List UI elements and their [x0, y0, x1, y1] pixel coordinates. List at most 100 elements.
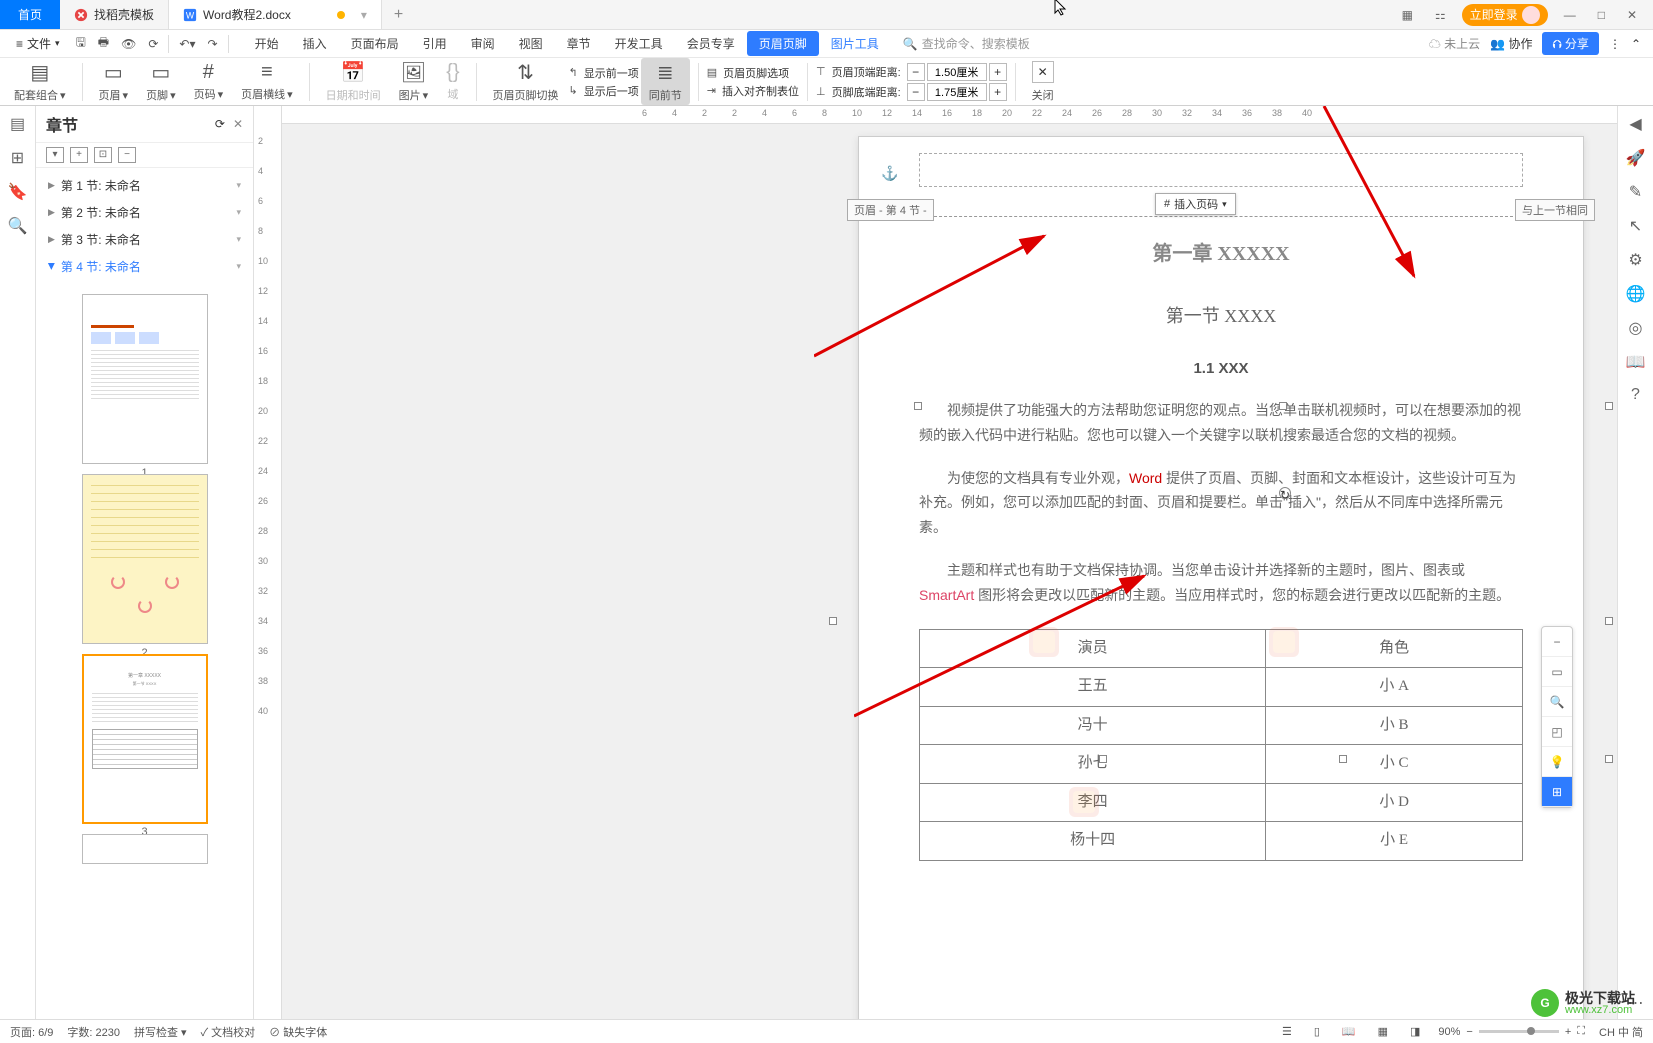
page-thumb-1[interactable]: 1	[82, 294, 208, 464]
missing-fonts[interactable]: ⊘ 缺失字体	[269, 1024, 327, 1040]
selection-handle[interactable]	[829, 617, 837, 625]
rotate-handle[interactable]: ↻	[1279, 487, 1291, 499]
assist-icon[interactable]: 🚀	[1626, 148, 1646, 168]
insert-align-button[interactable]: ⇥插入对齐制表位	[707, 83, 799, 99]
collapse-right-icon[interactable]: ◀	[1629, 114, 1641, 134]
outline-icon[interactable]: ▤	[10, 114, 25, 134]
new-tab-button[interactable]: +	[382, 6, 415, 24]
picture-button[interactable]: 🖼图片▾	[391, 58, 437, 105]
selection-handle[interactable]	[1605, 755, 1613, 763]
menu-reference[interactable]: 引用	[411, 31, 459, 56]
tool-expand-icon[interactable]: ▾	[46, 147, 64, 163]
crop-tool[interactable]: ◰	[1542, 717, 1572, 747]
document-area[interactable]: 246810121416182022242628303234363840 642…	[254, 106, 1617, 1023]
apps-icon[interactable]: ⚏	[1429, 4, 1452, 26]
edit-tool-icon[interactable]: ✎	[1629, 182, 1642, 202]
command-search[interactable]: 🔍查找命令、搜索模板	[903, 35, 1030, 52]
selection-handle[interactable]	[914, 402, 922, 410]
cloud-status[interactable]: ☁ 未上云	[1429, 35, 1480, 52]
menu-page-layout[interactable]: 页面布局	[339, 31, 411, 56]
document-tab[interactable]: W Word教程2.docx ▾	[169, 0, 382, 29]
view-read-icon[interactable]: 📖	[1338, 1023, 1360, 1040]
spell-check[interactable]: 拼写检查 ▾	[134, 1024, 187, 1040]
section-item-1[interactable]: ▶第 1 节: 未命名▾	[36, 172, 253, 199]
pagenum-button[interactable]: #页码▾	[186, 59, 232, 104]
show-prev-button[interactable]: ↰显示前一项	[569, 65, 639, 81]
menu-member[interactable]: 会员专享	[675, 31, 747, 56]
template-tab[interactable]: 找稻壳模板	[60, 0, 169, 29]
header-top-plus[interactable]: +	[989, 63, 1007, 81]
selection-handle[interactable]	[1605, 402, 1613, 410]
zoom-tool[interactable]: 🔍	[1542, 687, 1572, 717]
close-tab-icon[interactable]: ▾	[361, 8, 367, 22]
find-icon[interactable]: 🔍	[8, 216, 28, 236]
section-item-4[interactable]: ▶第 4 节: 未命名▾	[36, 253, 253, 280]
settings-slider-icon[interactable]: ⚙	[1628, 250, 1642, 270]
footer-button[interactable]: ▭页脚▾	[138, 58, 184, 105]
menu-start[interactable]: 开始	[243, 31, 291, 56]
help-icon[interactable]: ?	[1631, 386, 1640, 404]
footer-bottom-plus[interactable]: +	[989, 83, 1007, 101]
page-indicator[interactable]: 页面: 6/9	[10, 1024, 53, 1040]
structure-icon[interactable]: ⊞	[11, 148, 24, 168]
file-menu[interactable]: ≡文件▾	[6, 35, 70, 52]
zoom-out-tool[interactable]: −	[1542, 627, 1572, 657]
footer-bottom-input[interactable]	[927, 83, 987, 101]
selection-handle[interactable]	[1605, 617, 1613, 625]
switch-button[interactable]: ⇅页眉页脚切换	[485, 58, 567, 105]
maximize-button[interactable]: □	[1592, 4, 1611, 26]
menu-section[interactable]: 章节	[555, 31, 603, 56]
zoom-minus-icon[interactable]: −	[1466, 1026, 1472, 1038]
same-section-button[interactable]: ≣同前节	[641, 58, 690, 105]
menu-insert[interactable]: 插入	[291, 31, 339, 56]
view-page-icon[interactable]: ▯	[1310, 1023, 1324, 1040]
menu-view[interactable]: 视图	[507, 31, 555, 56]
target-icon[interactable]: ◎	[1629, 318, 1643, 338]
home-tab[interactable]: 首页	[0, 0, 60, 29]
nav-refresh-icon[interactable]: ⟳	[215, 117, 225, 131]
page-thumb-2[interactable]: 2	[82, 474, 208, 644]
header-line-button[interactable]: ≡页眉横线▾	[233, 59, 301, 104]
book-icon[interactable]: 📖	[1626, 352, 1646, 372]
select-tool-icon[interactable]: ↖	[1629, 216, 1642, 236]
close-window-button[interactable]: ✕	[1621, 4, 1643, 26]
hf-options-button[interactable]: ▤页眉页脚选项	[707, 65, 799, 81]
minimize-button[interactable]: —	[1558, 4, 1582, 26]
header-edit-zone[interactable]: 页眉 - 第 4 节 - #插入页码▾ 与上一节相同	[919, 137, 1523, 217]
view-web-icon[interactable]: ▦	[1374, 1023, 1392, 1040]
selection-handle[interactable]	[1099, 755, 1107, 763]
properties-tool[interactable]: ⊞	[1542, 777, 1572, 807]
view-focus-icon[interactable]: ◨	[1406, 1023, 1424, 1040]
zoom-fit-icon[interactable]: ⛶	[1577, 1025, 1585, 1038]
undo-icon[interactable]: ↶▾	[173, 37, 201, 51]
combo-button[interactable]: ▤配套组合▾	[6, 58, 74, 105]
page-thumb-4[interactable]	[82, 834, 208, 864]
bookmark-icon[interactable]: 🔖	[8, 182, 28, 202]
section-item-3[interactable]: ▶第 3 节: 未命名▾	[36, 226, 253, 253]
share-button[interactable]: ⮉ 分享	[1542, 32, 1598, 55]
menu-devtools[interactable]: 开发工具	[603, 31, 675, 56]
print-preview-icon[interactable]: 👁	[115, 37, 142, 51]
save-icon[interactable]: 🖫	[70, 33, 92, 54]
collab-button[interactable]: 👥 协作	[1490, 35, 1532, 52]
nav-close-icon[interactable]: ✕	[233, 117, 243, 131]
tool-add-icon[interactable]: +	[70, 147, 88, 163]
tool-insert-icon[interactable]: ⊡	[94, 147, 112, 163]
menu-header-footer[interactable]: 页眉页脚	[747, 31, 819, 56]
zoom-plus-icon[interactable]: +	[1565, 1026, 1571, 1038]
selection-handle[interactable]	[1339, 755, 1347, 763]
view-outline-icon[interactable]: ☰	[1278, 1023, 1296, 1040]
section-item-2[interactable]: ▶第 2 节: 未命名▾	[36, 199, 253, 226]
redo-icon[interactable]: ↷	[202, 37, 224, 51]
header-top-minus[interactable]: −	[907, 63, 925, 81]
more-menu-icon[interactable]: ⋮	[1609, 37, 1621, 51]
collapse-ribbon-icon[interactable]: ⌃	[1631, 37, 1641, 51]
login-button[interactable]: 立即登录	[1462, 4, 1548, 26]
menu-picture-tools[interactable]: 图片工具	[819, 31, 891, 56]
globe-icon[interactable]: 🌐	[1626, 284, 1646, 304]
idea-tool[interactable]: 💡	[1542, 747, 1572, 777]
tool-remove-icon[interactable]: −	[118, 147, 136, 163]
refresh-icon[interactable]: ⟳	[142, 37, 164, 51]
word-count[interactable]: 字数: 2230	[67, 1024, 120, 1040]
menu-review[interactable]: 审阅	[459, 31, 507, 56]
